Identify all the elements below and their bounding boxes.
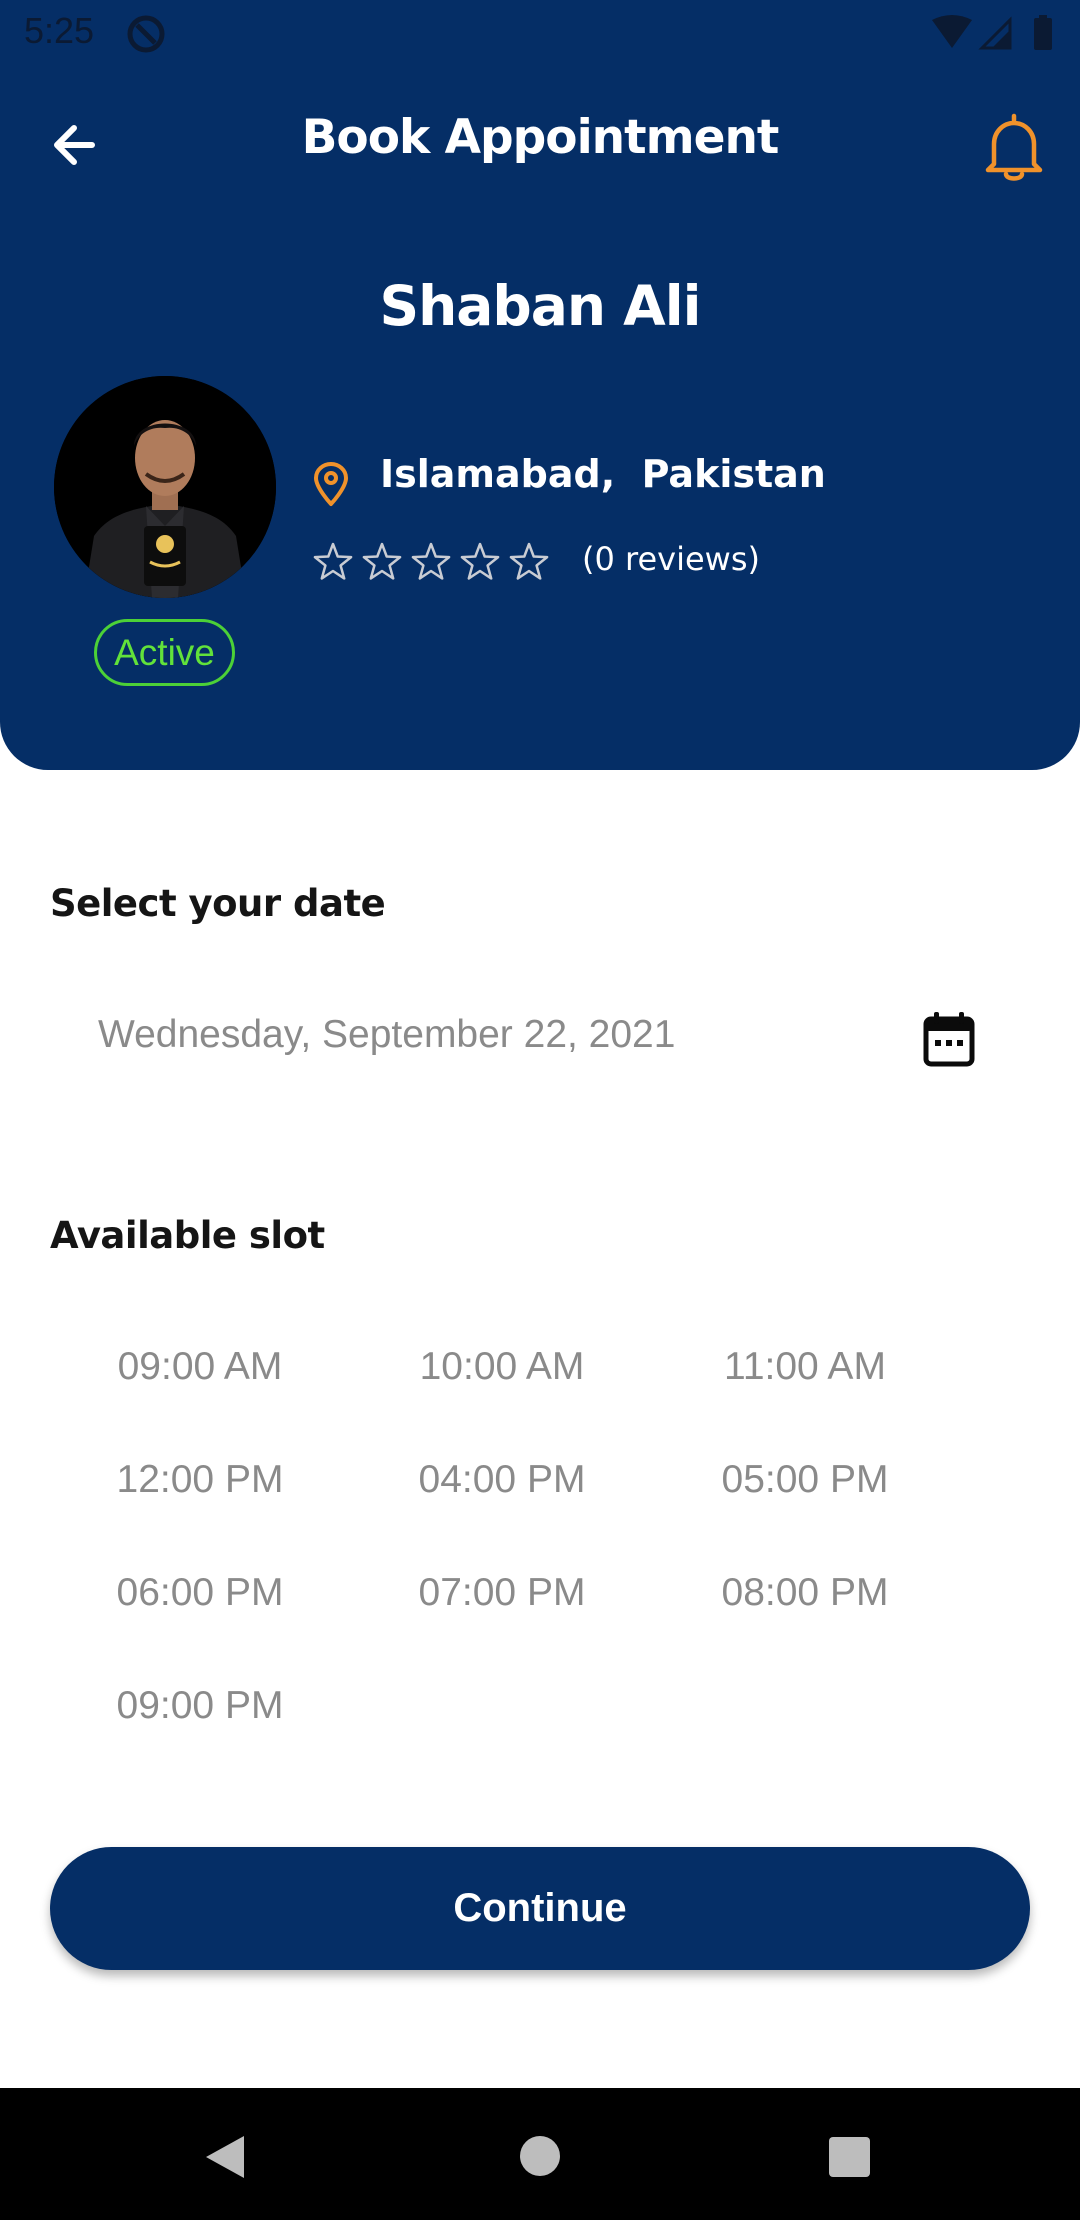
- status-indicators-icon: [932, 15, 1052, 50]
- select-date-label: Select your date: [50, 882, 386, 925]
- avatar: [54, 376, 276, 598]
- status-badge: Active: [94, 619, 235, 686]
- avatar-photo: [54, 376, 276, 598]
- star-outline-icon: [509, 542, 549, 580]
- status-time: 5:25: [24, 10, 95, 51]
- review-count: (0 reviews): [582, 540, 760, 578]
- rating-stars: [313, 542, 549, 580]
- nav-back-icon[interactable]: [202, 2132, 248, 2182]
- nav-home-icon[interactable]: [520, 2136, 560, 2176]
- profile-header: 5:25 Book Appointment Shaban Ali Active …: [0, 0, 1080, 770]
- star-outline-icon: [460, 542, 500, 580]
- star-outline-icon: [313, 542, 353, 580]
- do-not-disturb-icon: [127, 15, 165, 53]
- continue-button[interactable]: Continue: [50, 1847, 1030, 1970]
- time-slot[interactable]: 09:00 AM: [75, 1332, 325, 1402]
- system-nav-bar: [0, 2088, 1080, 2220]
- available-slot-label: Available slot: [50, 1214, 325, 1257]
- selected-date[interactable]: Wednesday, September 22, 2021: [98, 1013, 675, 1057]
- bell-icon[interactable]: [978, 110, 1050, 186]
- provider-location: Islamabad, Pakistan: [380, 452, 826, 496]
- map-pin-icon: [314, 462, 348, 506]
- time-slot[interactable]: 05:00 PM: [680, 1445, 930, 1515]
- time-slot[interactable]: 06:00 PM: [75, 1558, 325, 1628]
- date-picker-field[interactable]: Wednesday, September 22, 2021: [50, 980, 1010, 1100]
- provider-name: Shaban Ali: [379, 274, 702, 338]
- calendar-icon[interactable]: [922, 1010, 976, 1068]
- time-slot[interactable]: 09:00 PM: [75, 1671, 325, 1741]
- time-slot[interactable]: 04:00 PM: [377, 1445, 627, 1515]
- page-title: Book Appointment: [301, 110, 780, 165]
- time-slot[interactable]: 11:00 AM: [680, 1332, 930, 1402]
- status-bar: 5:25: [0, 0, 1080, 68]
- time-slot[interactable]: 12:00 PM: [75, 1445, 325, 1515]
- nav-recents-icon[interactable]: [829, 2137, 870, 2177]
- time-slot[interactable]: 10:00 AM: [377, 1332, 627, 1402]
- time-slot[interactable]: 08:00 PM: [680, 1558, 930, 1628]
- star-outline-icon: [362, 542, 402, 580]
- time-slot[interactable]: 07:00 PM: [377, 1558, 627, 1628]
- star-outline-icon: [411, 542, 451, 580]
